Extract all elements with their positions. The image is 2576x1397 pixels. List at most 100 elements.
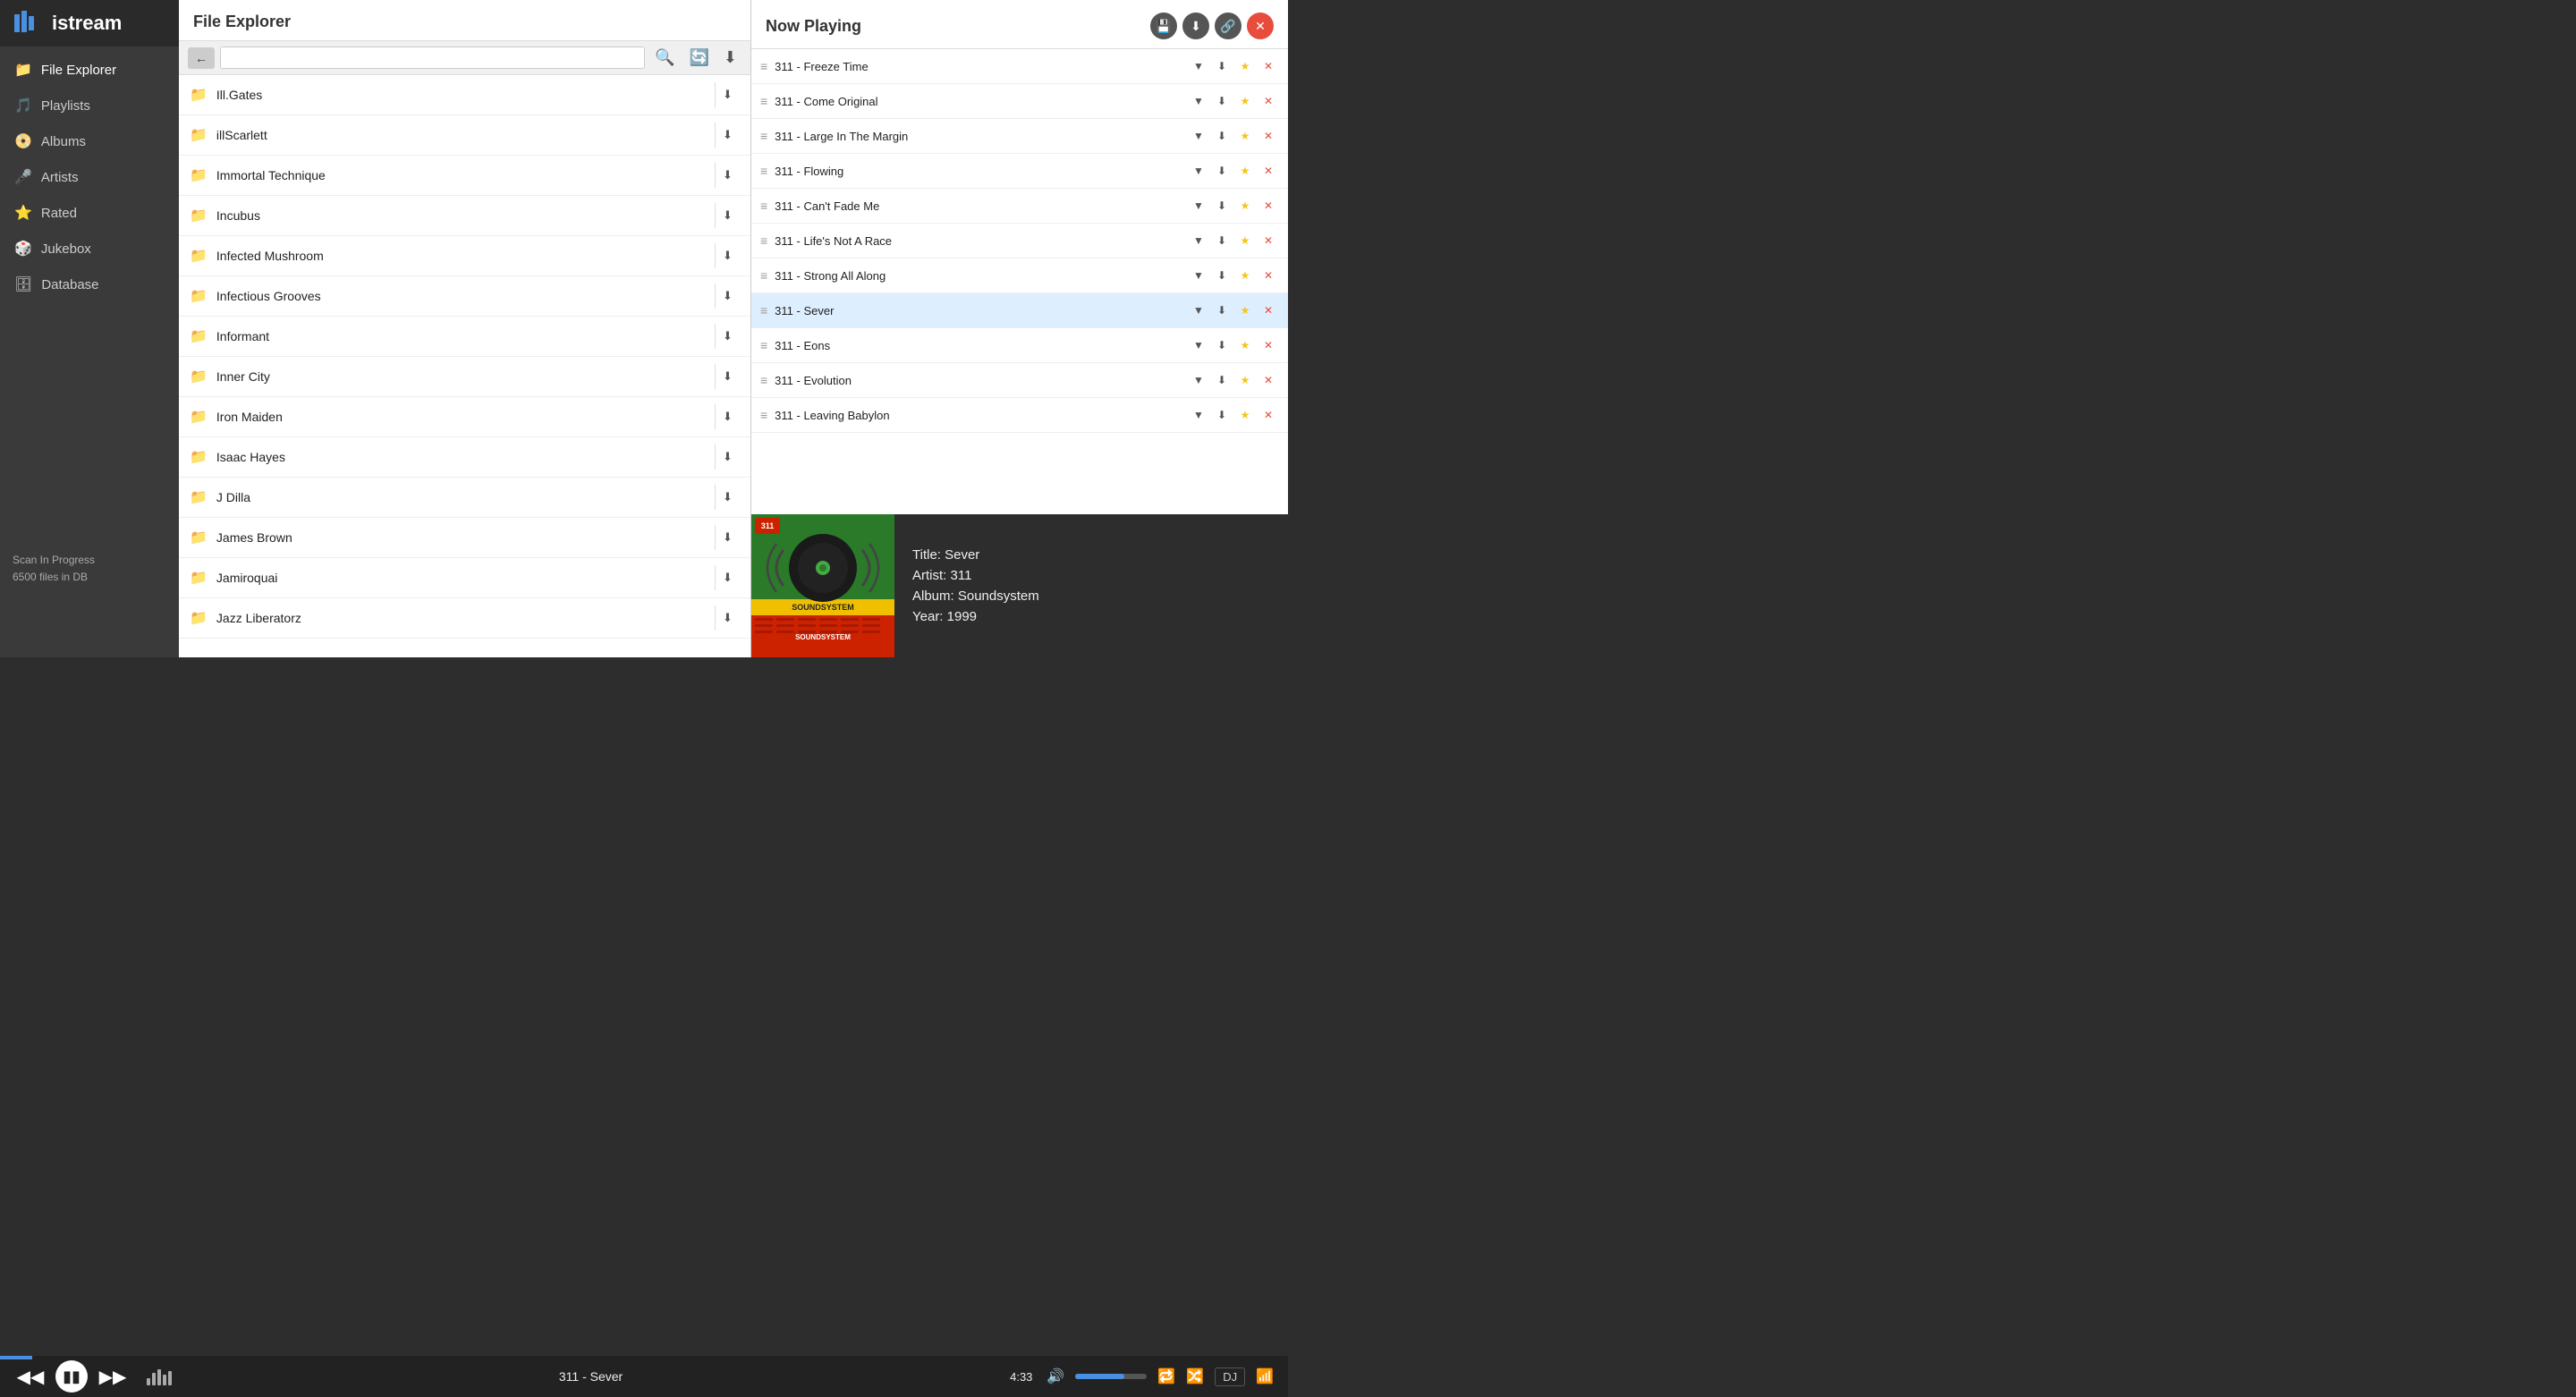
track-download-button[interactable]: ⬇ — [1211, 125, 1233, 147]
save-playlist-button[interactable]: 💾 — [1150, 13, 1177, 39]
download-button[interactable]: ⬇ — [715, 525, 740, 550]
list-item[interactable]: 📁 Ill.Gates ⬇ — [179, 75, 750, 115]
track-download-button[interactable]: ⬇ — [1211, 55, 1233, 77]
table-row[interactable]: ≡ 311 - Sever ▼ ⬇ ★ ✕ — [751, 293, 1288, 328]
download-button[interactable]: ⬇ — [715, 82, 740, 107]
shuffle-icon[interactable]: 🔀 — [1186, 1367, 1204, 1385]
list-item[interactable]: 📁 illScarlett ⬇ — [179, 115, 750, 156]
track-rate-button[interactable]: ★ — [1234, 300, 1256, 321]
track-download-button[interactable]: ⬇ — [1211, 369, 1233, 391]
track-rate-button[interactable]: ★ — [1234, 55, 1256, 77]
track-rate-button[interactable]: ★ — [1234, 90, 1256, 112]
list-item[interactable]: 📁 Incubus ⬇ — [179, 196, 750, 236]
table-row[interactable]: ≡ 311 - Life's Not A Race ▼ ⬇ ★ ✕ — [751, 224, 1288, 258]
track-download-button[interactable]: ⬇ — [1211, 404, 1233, 426]
back-button[interactable]: ← — [188, 47, 215, 69]
sidebar-item-database[interactable]: 🗄 Database — [0, 267, 179, 302]
table-row[interactable]: ≡ 311 - Leaving Babylon ▼ ⬇ ★ ✕ — [751, 398, 1288, 433]
share-playlist-button[interactable]: 🔗 — [1215, 13, 1241, 39]
table-row[interactable]: ≡ 311 - Freeze Time ▼ ⬇ ★ ✕ — [751, 49, 1288, 84]
list-item[interactable]: 📁 Inner City ⬇ — [179, 357, 750, 397]
download-button[interactable]: ⬇ — [715, 243, 740, 268]
track-queue-down-button[interactable]: ▼ — [1188, 265, 1209, 286]
track-remove-button[interactable]: ✕ — [1258, 125, 1279, 147]
download-button[interactable]: ⬇ — [715, 324, 740, 349]
track-remove-button[interactable]: ✕ — [1258, 160, 1279, 182]
table-row[interactable]: ≡ 311 - Can't Fade Me ▼ ⬇ ★ ✕ — [751, 189, 1288, 224]
track-queue-down-button[interactable]: ▼ — [1188, 195, 1209, 216]
list-item[interactable]: 📁 Jazz Liberatorz ⬇ — [179, 598, 750, 639]
download-button[interactable]: ⬇ — [715, 565, 740, 590]
search-input[interactable] — [220, 47, 645, 69]
track-download-button[interactable]: ⬇ — [1211, 90, 1233, 112]
play-pause-button[interactable]: ▮▮ — [55, 1360, 88, 1393]
track-remove-button[interactable]: ✕ — [1258, 334, 1279, 356]
prev-button[interactable]: ◀◀ — [14, 1360, 47, 1393]
download-button[interactable]: ⬇ — [715, 605, 740, 631]
list-item[interactable]: 📁 Infected Mushroom ⬇ — [179, 236, 750, 276]
download-button[interactable]: ⬇ — [715, 485, 740, 510]
repeat-icon[interactable]: 🔁 — [1157, 1367, 1175, 1385]
track-rate-button[interactable]: ★ — [1234, 230, 1256, 251]
next-button[interactable]: ▶▶ — [97, 1360, 129, 1393]
table-row[interactable]: ≡ 311 - Flowing ▼ ⬇ ★ ✕ — [751, 154, 1288, 189]
folder-download-button[interactable]: ⬇ — [719, 47, 741, 69]
track-download-button[interactable]: ⬇ — [1211, 160, 1233, 182]
download-button[interactable]: ⬇ — [715, 404, 740, 429]
download-playlist-button[interactable]: ⬇ — [1182, 13, 1209, 39]
track-remove-button[interactable]: ✕ — [1258, 369, 1279, 391]
track-rate-button[interactable]: ★ — [1234, 404, 1256, 426]
track-rate-button[interactable]: ★ — [1234, 160, 1256, 182]
track-download-button[interactable]: ⬇ — [1211, 195, 1233, 216]
sidebar-item-file-explorer[interactable]: 📁 File Explorer — [0, 52, 179, 88]
sidebar-item-rated[interactable]: ⭐ Rated — [0, 195, 179, 231]
table-row[interactable]: ≡ 311 - Strong All Along ▼ ⬇ ★ ✕ — [751, 258, 1288, 293]
list-item[interactable]: 📁 James Brown ⬇ — [179, 518, 750, 558]
download-button[interactable]: ⬇ — [715, 163, 740, 188]
download-button[interactable]: ⬇ — [715, 203, 740, 228]
list-item[interactable]: 📁 Iron Maiden ⬇ — [179, 397, 750, 437]
list-item[interactable]: 📁 Immortal Technique ⬇ — [179, 156, 750, 196]
track-queue-down-button[interactable]: ▼ — [1188, 334, 1209, 356]
table-row[interactable]: ≡ 311 - Evolution ▼ ⬇ ★ ✕ — [751, 363, 1288, 398]
sidebar-item-jukebox[interactable]: 🎲 Jukebox — [0, 231, 179, 267]
sidebar-item-artists[interactable]: 🎤 Artists — [0, 159, 179, 195]
table-row[interactable]: ≡ 311 - Eons ▼ ⬇ ★ ✕ — [751, 328, 1288, 363]
download-button[interactable]: ⬇ — [715, 284, 740, 309]
list-item[interactable]: 📁 Informant ⬇ — [179, 317, 750, 357]
track-download-button[interactable]: ⬇ — [1211, 230, 1233, 251]
download-button[interactable]: ⬇ — [715, 364, 740, 389]
track-queue-down-button[interactable]: ▼ — [1188, 230, 1209, 251]
track-rate-button[interactable]: ★ — [1234, 334, 1256, 356]
track-remove-button[interactable]: ✕ — [1258, 300, 1279, 321]
list-item[interactable]: 📁 J Dilla ⬇ — [179, 478, 750, 518]
volume-slider[interactable] — [1075, 1374, 1147, 1379]
track-rate-button[interactable]: ★ — [1234, 369, 1256, 391]
track-queue-down-button[interactable]: ▼ — [1188, 90, 1209, 112]
track-rate-button[interactable]: ★ — [1234, 265, 1256, 286]
track-download-button[interactable]: ⬇ — [1211, 300, 1233, 321]
track-queue-down-button[interactable]: ▼ — [1188, 369, 1209, 391]
close-playlist-button[interactable]: ✕ — [1247, 13, 1274, 39]
dj-button[interactable]: DJ — [1215, 1367, 1245, 1386]
download-button[interactable]: ⬇ — [715, 123, 740, 148]
list-item[interactable]: 📁 Jamiroquai ⬇ — [179, 558, 750, 598]
track-remove-button[interactable]: ✕ — [1258, 90, 1279, 112]
search-button[interactable]: 🔍 — [650, 47, 679, 69]
sidebar-item-playlists[interactable]: 🎵 Playlists — [0, 88, 179, 123]
track-download-button[interactable]: ⬇ — [1211, 334, 1233, 356]
sidebar-item-albums[interactable]: 📀 Albums — [0, 123, 179, 159]
table-row[interactable]: ≡ 311 - Come Original ▼ ⬇ ★ ✕ — [751, 84, 1288, 119]
track-queue-down-button[interactable]: ▼ — [1188, 300, 1209, 321]
download-button[interactable]: ⬇ — [715, 444, 740, 470]
track-queue-down-button[interactable]: ▼ — [1188, 404, 1209, 426]
track-queue-down-button[interactable]: ▼ — [1188, 125, 1209, 147]
track-download-button[interactable]: ⬇ — [1211, 265, 1233, 286]
track-rate-button[interactable]: ★ — [1234, 125, 1256, 147]
track-queue-down-button[interactable]: ▼ — [1188, 55, 1209, 77]
track-remove-button[interactable]: ✕ — [1258, 195, 1279, 216]
track-remove-button[interactable]: ✕ — [1258, 55, 1279, 77]
track-rate-button[interactable]: ★ — [1234, 195, 1256, 216]
table-row[interactable]: ≡ 311 - Large In The Margin ▼ ⬇ ★ ✕ — [751, 119, 1288, 154]
refresh-button[interactable]: 🔄 — [684, 47, 713, 69]
